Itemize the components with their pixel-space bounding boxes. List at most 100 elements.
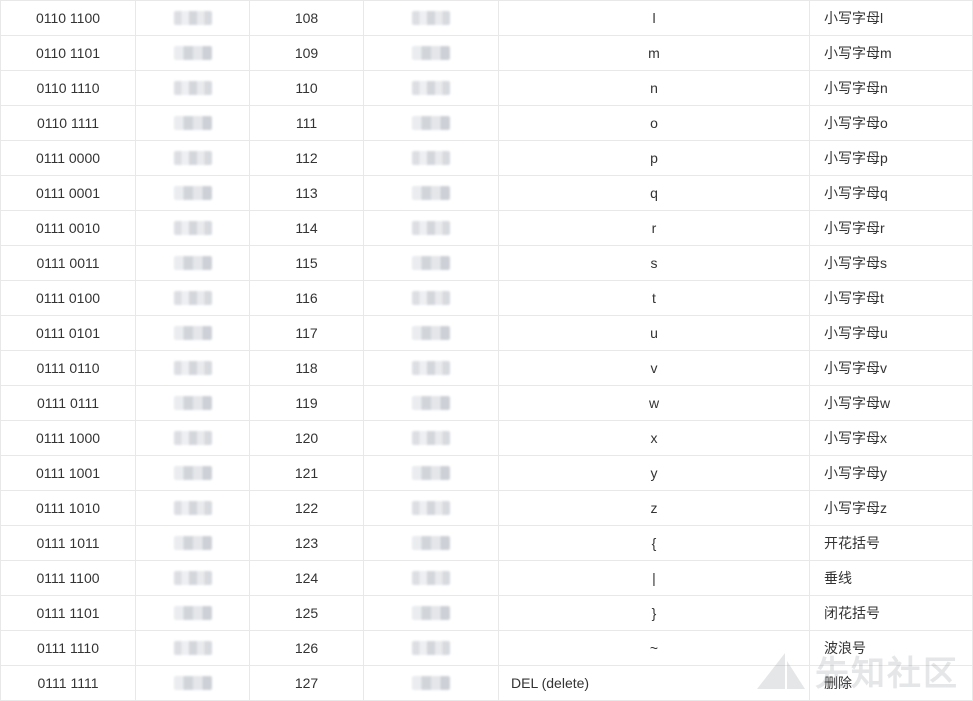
redacted-value (173, 676, 212, 690)
table-row: 0111 0110 118 v 小写字母v (0, 350, 973, 386)
decimal-cell: 111 (249, 105, 364, 141)
octal-cell (135, 315, 250, 351)
decimal-cell: 125 (249, 595, 364, 631)
binary-cell: 0111 1111 (0, 665, 136, 701)
redacted-value (173, 256, 212, 270)
binary-cell: 0110 1100 (0, 0, 136, 36)
octal-cell (135, 525, 250, 561)
binary-cell: 0111 0101 (0, 315, 136, 351)
char-cell: { (498, 525, 810, 561)
binary-cell: 0111 0000 (0, 140, 136, 176)
decimal-cell: 109 (249, 35, 364, 71)
char-cell: s (498, 245, 810, 281)
description-cell: 删除 (809, 665, 973, 701)
binary-cell: 0111 0111 (0, 385, 136, 421)
hex-cell (363, 175, 499, 211)
redacted-value (412, 256, 450, 270)
redacted-value (173, 291, 212, 305)
redacted-value (173, 396, 212, 410)
hex-cell (363, 455, 499, 491)
binary-cell: 0111 1011 (0, 525, 136, 561)
binary-cell: 0110 1111 (0, 105, 136, 141)
table-row: 0111 0010 114 r 小写字母r (0, 210, 973, 246)
decimal-cell: 112 (249, 140, 364, 176)
redacted-value (412, 151, 450, 165)
redacted-value (173, 116, 212, 130)
redacted-value (173, 221, 212, 235)
redacted-value (412, 536, 450, 550)
description-cell: 小写字母z (809, 490, 973, 526)
octal-cell (135, 245, 250, 281)
description-cell: 小写字母q (809, 175, 973, 211)
hex-cell (363, 490, 499, 526)
table-row: 0111 1000 120 x 小写字母x (0, 420, 973, 456)
binary-cell: 0111 1110 (0, 630, 136, 666)
description-cell: 小写字母s (809, 245, 973, 281)
description-cell: 小写字母o (809, 105, 973, 141)
octal-cell (135, 280, 250, 316)
hex-cell (363, 0, 499, 36)
binary-cell: 0111 0110 (0, 350, 136, 386)
redacted-value (412, 641, 450, 655)
table-row: 0111 0000 112 p 小写字母p (0, 140, 973, 176)
table-row: 0111 0001 113 q 小写字母q (0, 175, 973, 211)
octal-cell (135, 560, 250, 596)
char-cell: x (498, 420, 810, 456)
redacted-value (173, 11, 212, 25)
char-cell: DEL (delete) (498, 665, 810, 701)
octal-cell (135, 350, 250, 386)
binary-cell: 0111 0100 (0, 280, 136, 316)
binary-cell: 0111 1101 (0, 595, 136, 631)
hex-cell (363, 595, 499, 631)
octal-cell (135, 175, 250, 211)
octal-cell (135, 630, 250, 666)
description-cell: 小写字母l (809, 0, 973, 36)
redacted-value (173, 326, 212, 340)
redacted-value (412, 291, 450, 305)
binary-cell: 0111 0001 (0, 175, 136, 211)
binary-cell: 0111 1100 (0, 560, 136, 596)
octal-cell (135, 385, 250, 421)
description-cell: 闭花括号 (809, 595, 973, 631)
decimal-cell: 122 (249, 490, 364, 526)
ascii-table-body: 0110 1100 108 l 小写字母l 0110 1101 109 m 小写字母m 0110… (0, 0, 973, 701)
table-row: 0111 1101 125} 闭花括号 (0, 595, 973, 631)
redacted-value (173, 536, 212, 550)
octal-cell (135, 420, 250, 456)
table-row: 0110 1110 110 n 小写字母n (0, 70, 973, 106)
decimal-cell: 124 (249, 560, 364, 596)
hex-cell (363, 630, 499, 666)
description-cell: 垂线 (809, 560, 973, 596)
redacted-value (412, 396, 450, 410)
hex-cell (363, 105, 499, 141)
redacted-value (412, 46, 450, 60)
binary-cell: 0111 1010 (0, 490, 136, 526)
redacted-value (412, 606, 450, 620)
decimal-cell: 114 (249, 210, 364, 246)
redacted-value (412, 221, 450, 235)
binary-cell: 0110 1101 (0, 35, 136, 71)
description-cell: 小写字母x (809, 420, 973, 456)
binary-cell: 0111 0010 (0, 210, 136, 246)
redacted-value (412, 81, 450, 95)
decimal-cell: 110 (249, 70, 364, 106)
description-cell: 小写字母p (809, 140, 973, 176)
decimal-cell: 115 (249, 245, 364, 281)
decimal-cell: 126 (249, 630, 364, 666)
decimal-cell: 119 (249, 385, 364, 421)
redacted-value (173, 81, 212, 95)
table-row: 0110 1100 108 l 小写字母l (0, 0, 973, 36)
char-cell: u (498, 315, 810, 351)
table-row: 0111 0101 117 u 小写字母u (0, 315, 973, 351)
char-cell: o (498, 105, 810, 141)
char-cell: y (498, 455, 810, 491)
hex-cell (363, 210, 499, 246)
decimal-cell: 127 (249, 665, 364, 701)
octal-cell (135, 140, 250, 176)
redacted-value (173, 431, 212, 445)
redacted-value (412, 361, 450, 375)
redacted-value (173, 361, 212, 375)
hex-cell (363, 665, 499, 701)
description-cell: 小写字母n (809, 70, 973, 106)
redacted-value (173, 501, 212, 515)
